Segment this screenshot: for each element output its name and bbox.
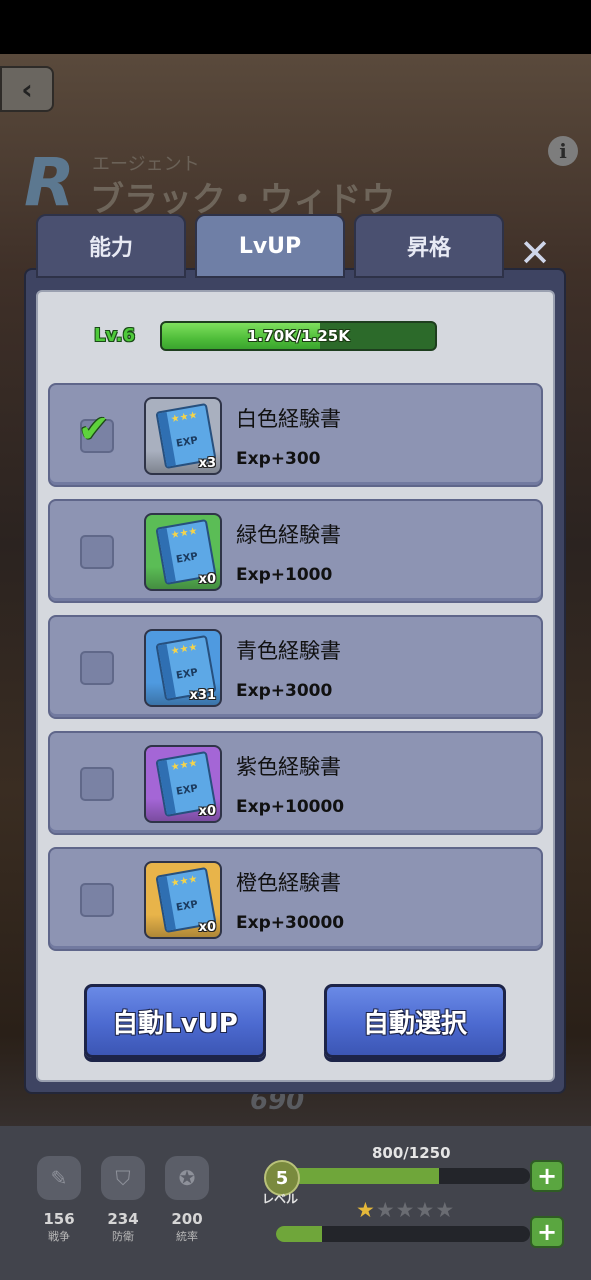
rank-badge: R [24, 144, 75, 221]
stat-label: 防衛 [112, 1230, 134, 1243]
stat-value: 200 [171, 1210, 203, 1228]
list-item-green-exp-book[interactable]: ★★★ EXP x0 緑色経験書 Exp+1000 [48, 499, 543, 603]
item-exp: Exp+1000 [236, 565, 333, 585]
item-checkbox[interactable] [80, 883, 114, 917]
item-name: 橙色経験書 [236, 871, 341, 895]
exp-book-icon: ★★★ EXP x0 [144, 861, 222, 939]
item-exp: Exp+3000 [236, 681, 333, 701]
hud-exp-bar [276, 1168, 530, 1184]
level-plus-button[interactable]: + [530, 1160, 564, 1192]
exp-book-icon: ★★★ EXP x0 [144, 745, 222, 823]
star-rating: ★★★★★ [356, 1198, 455, 1222]
stat-war: ✎ 156 戦争 [36, 1156, 82, 1244]
item-exp: Exp+300 [236, 449, 321, 469]
stat-value: 156 [43, 1210, 75, 1228]
star-badge-icon: ✪ [165, 1156, 209, 1200]
auto-lvup-button[interactable]: 自動LvUP [84, 984, 266, 1058]
star-icon: ★ [375, 1198, 396, 1222]
stat-value: 234 [107, 1210, 139, 1228]
item-name: 紫色経験書 [236, 755, 341, 779]
auto-select-button[interactable]: 自動選択 [324, 984, 506, 1058]
item-count: x31 [189, 688, 216, 703]
shield-icon: ⛉ [101, 1156, 145, 1200]
exp-book-icon: ★★★ EXP x31 [144, 629, 222, 707]
list-item-orange-exp-book[interactable]: ★★★ EXP x0 橙色経験書 Exp+30000 [48, 847, 543, 951]
item-checkbox[interactable] [80, 651, 114, 685]
hud-star-fill [276, 1226, 322, 1242]
pencil-icon: ✎ [37, 1156, 81, 1200]
tab-ability[interactable]: 能力 [36, 214, 186, 278]
chevron-left-icon: ‹ [21, 72, 33, 106]
exp-book-icon: ★★★ EXP x0 [144, 513, 222, 591]
item-checkbox[interactable] [80, 767, 114, 801]
item-checkbox[interactable] [80, 535, 114, 569]
hud-star-bar [276, 1226, 530, 1242]
item-name: 青色経験書 [236, 639, 341, 663]
tab-promotion[interactable]: 昇格 [354, 214, 504, 278]
check-icon: ✔ [78, 407, 110, 451]
info-icon[interactable]: i [548, 136, 578, 166]
item-count: x0 [198, 572, 216, 587]
exp-book-icon: ★★★ EXP x3 [144, 397, 222, 475]
item-exp: Exp+10000 [236, 797, 345, 817]
item-count: x0 [198, 804, 216, 819]
exp-progress-text: 1.70K/1.25K [247, 327, 350, 345]
item-count: x0 [198, 920, 216, 935]
star-icon: ★ [435, 1198, 456, 1222]
list-item-blue-exp-book[interactable]: ★★★ EXP x31 青色経験書 Exp+3000 [48, 615, 543, 719]
current-level: Lv.6 [94, 325, 136, 346]
item-name: 白色経験書 [236, 407, 341, 431]
hud-exp-text: 800/1250 [372, 1144, 451, 1162]
star-icon: ★ [415, 1198, 436, 1222]
item-exp: Exp+30000 [236, 913, 345, 933]
item-count: x3 [198, 456, 216, 471]
list-item-white-exp-book[interactable]: ✔ ★★★ EXP x3 白色経験書 Exp+300 [48, 383, 543, 487]
stat-label: 戦争 [48, 1230, 70, 1243]
star-plus-button[interactable]: + [530, 1216, 564, 1248]
level-label: レベル [262, 1192, 299, 1206]
hud-exp-fill [276, 1168, 439, 1184]
stat-leadership: ✪ 200 統率 [164, 1156, 210, 1244]
star-icon: ★ [395, 1198, 416, 1222]
exp-progress-bar: 1.70K/1.25K [160, 321, 437, 351]
back-button[interactable]: ‹ [0, 66, 54, 112]
item-name: 緑色経験書 [236, 523, 341, 547]
stat-defense: ⛉ 234 防衛 [100, 1156, 146, 1244]
stat-label: 統率 [176, 1230, 198, 1243]
list-item-purple-exp-book[interactable]: ★★★ EXP x0 紫色経験書 Exp+10000 [48, 731, 543, 835]
tab-lvup[interactable]: LvUP [195, 214, 345, 278]
star-icon: ★ [356, 1198, 376, 1222]
close-icon[interactable]: ✕ [516, 231, 554, 275]
